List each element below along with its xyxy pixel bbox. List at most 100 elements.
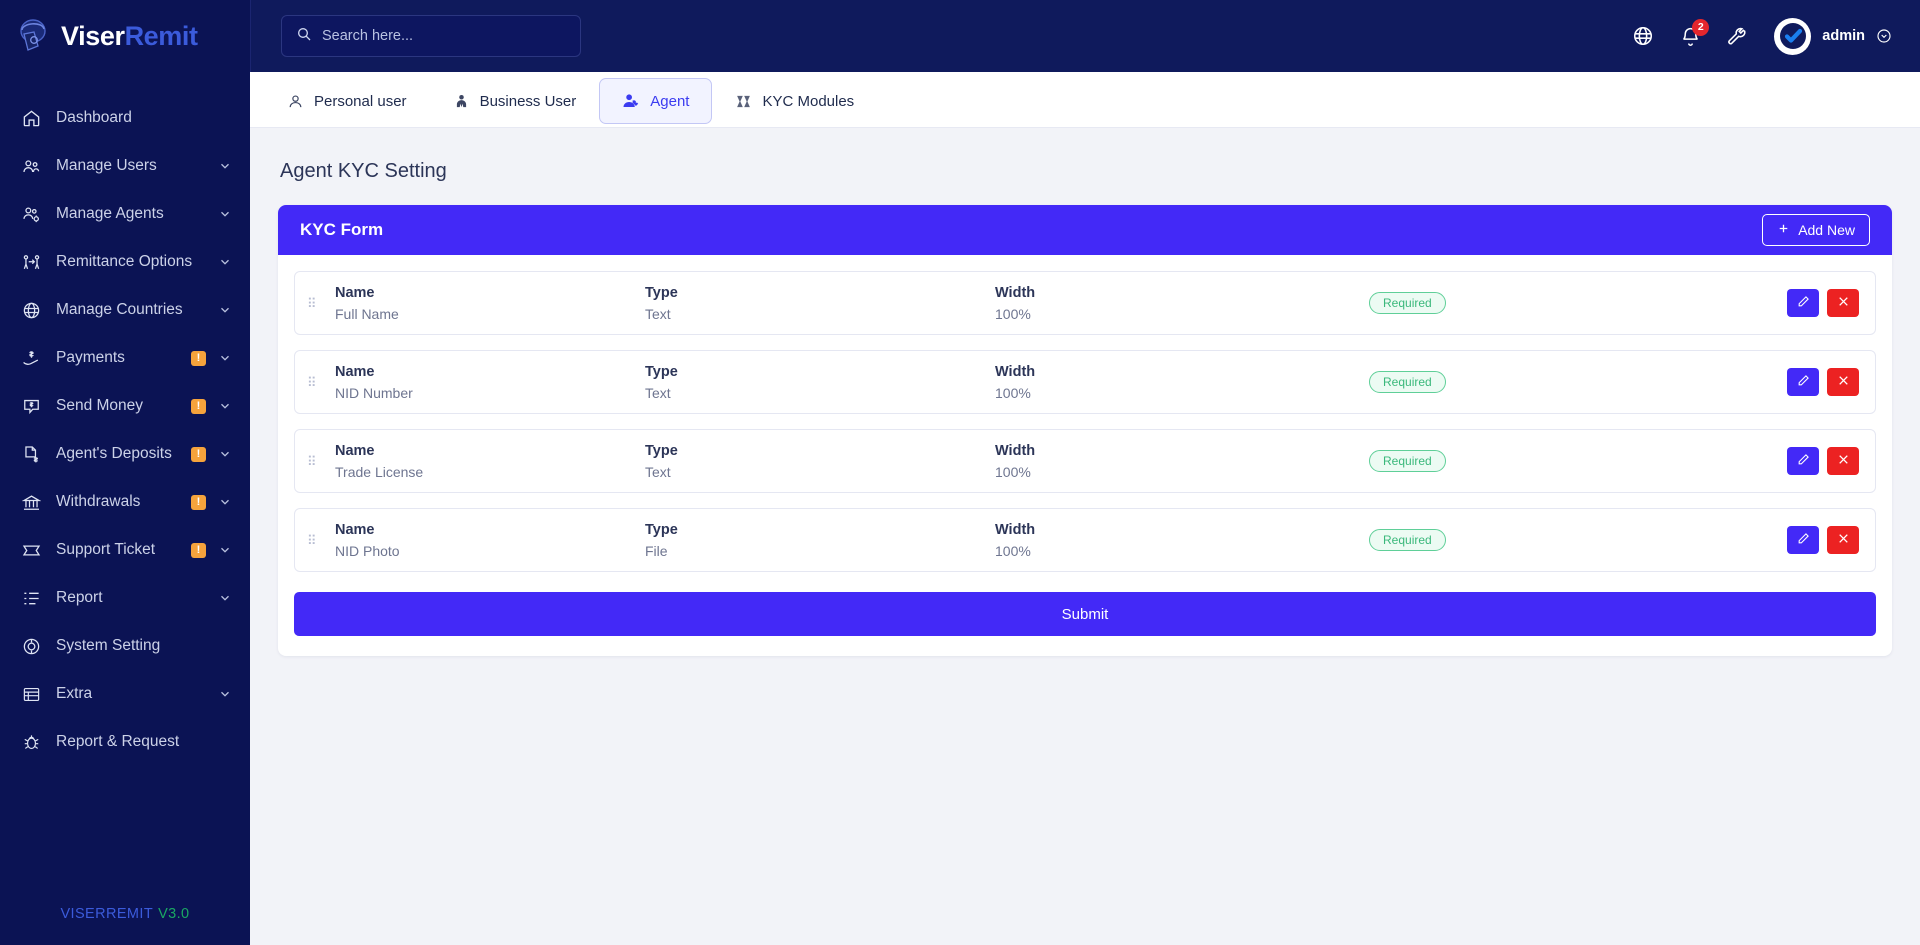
edit-button[interactable] [1787,447,1819,475]
sidebar-item-extra[interactable]: Extra [0,670,250,718]
app-root: ViserRemit Dashboard Manage Users Manage… [0,0,1920,945]
verified-check-icon [1779,23,1806,49]
pencil-icon [1797,532,1810,548]
wrench-icon[interactable] [1727,26,1748,47]
sidebar-badge: ! [191,350,206,366]
drag-handle-icon[interactable]: ⠿ [307,376,323,389]
sidebar-item-agents-deposits[interactable]: Agent's Deposits ! [0,430,250,478]
row-type-value: Text [645,463,671,480]
user-menu[interactable]: admin [1774,17,1892,55]
search-box[interactable] [281,15,581,57]
add-new-label: Add New [1798,222,1855,238]
row-name-value: NID Number [335,384,413,401]
payments-icon [22,349,48,368]
delete-button[interactable] [1827,368,1859,396]
chevron-down-icon [218,543,232,557]
column-header-name: Name [335,363,375,380]
column-header-width: Width [995,363,1036,380]
add-new-button[interactable]: Add New [1762,214,1870,246]
avatar [1774,17,1812,55]
kyc-form-card: KYC Form Add New ⠿ Name Full Name Type T… [278,205,1892,656]
sidebar-item-manage-users[interactable]: Manage Users [0,142,250,190]
tab-personal-user[interactable]: Personal user [264,78,430,124]
ticket-icon [22,541,48,560]
sidebar-item-system-setting[interactable]: System Setting [0,622,250,670]
sidebar-item-report-and-request[interactable]: Report & Request [0,718,250,766]
sidebar-badge: ! [191,494,206,510]
delete-button[interactable] [1827,447,1859,475]
column-header-width: Width [995,284,1036,301]
edit-button[interactable] [1787,368,1819,396]
edit-button[interactable] [1787,526,1819,554]
row-name-value: Trade License [335,463,424,480]
footer-version: V3.0 [158,906,190,922]
row-width-value: 100% [995,305,1031,322]
tab-agent[interactable]: Agent [599,78,713,124]
submit-area: Submit [278,587,1892,656]
sidebar: ViserRemit Dashboard Manage Users Manage… [0,0,250,945]
status-badge: Required [1369,371,1446,393]
status-badge: Required [1369,292,1446,314]
sidebar-item-manage-agents[interactable]: Manage Agents [0,190,250,238]
users-icon [22,157,48,176]
notification-badge: 2 [1692,18,1710,36]
globe-icon[interactable] [1632,25,1654,47]
search-input[interactable] [322,28,566,44]
row-badge-wrap: Required [1355,450,1787,472]
chevron-down-icon [218,591,232,605]
sidebar-item-withdrawals[interactable]: Withdrawals ! [0,478,250,526]
sidebar-item-send-money[interactable]: Send Money ! [0,382,250,430]
row-actions [1787,526,1859,554]
row-width-field: Width 100% [995,522,1355,559]
row-width-value: 100% [995,463,1031,480]
status-badge: Required [1369,529,1446,551]
report-icon [22,589,48,608]
drag-handle-icon[interactable]: ⠿ [307,534,323,547]
row-actions [1787,368,1859,396]
column-header-type: Type [645,363,678,380]
table-row[interactable]: ⠿ Name Trade License Type Text Width 100… [294,429,1876,493]
column-header-name: Name [335,442,375,459]
page-title: Agent KYC Setting [280,160,447,182]
chevron-down-icon [218,399,232,413]
row-type-field: Type Text [645,285,995,322]
agent-icon [622,92,640,110]
row-actions [1787,289,1859,317]
home-icon [22,109,48,128]
sidebar-nav: Dashboard Manage Users Manage Agents Rem… [0,94,250,945]
drag-handle-icon[interactable]: ⠿ [307,455,323,468]
delete-button[interactable] [1827,526,1859,554]
table-row[interactable]: ⠿ Name NID Photo Type File Width 100% Re… [294,508,1876,572]
row-type-value: Text [645,305,671,322]
pencil-icon [1797,295,1810,311]
deposits-icon [22,445,48,464]
business-icon [453,93,470,110]
sidebar-item-manage-countries[interactable]: Manage Countries [0,286,250,334]
chevron-down-icon[interactable] [1876,28,1892,44]
submit-button[interactable]: Submit [294,592,1876,636]
delete-button[interactable] [1827,289,1859,317]
table-row[interactable]: ⠿ Name Full Name Type Text Width 100% Re… [294,271,1876,335]
edit-button[interactable] [1787,289,1819,317]
sidebar-item-remittance-options[interactable]: Remittance Options [0,238,250,286]
close-icon [1837,374,1850,390]
row-badge-wrap: Required [1355,529,1787,551]
tab-business-user[interactable]: Business User [430,78,600,124]
drag-handle-icon[interactable]: ⠿ [307,297,323,310]
table-row[interactable]: ⠿ Name NID Number Type Text Width 100% R… [294,350,1876,414]
chevron-down-icon [218,447,232,461]
user-name-label: admin [1822,28,1865,44]
sidebar-item-label: Report [56,589,103,606]
agents-icon [22,205,48,224]
column-header-name: Name [335,284,375,301]
chevron-down-icon [218,207,232,221]
close-icon [1837,295,1850,311]
sidebar-item-support-ticket[interactable]: Support Ticket ! [0,526,250,574]
brand-logo-area[interactable]: ViserRemit [0,0,250,72]
column-header-type: Type [645,442,678,459]
bell-icon[interactable]: 2 [1680,18,1710,47]
tab-kyc-modules[interactable]: KYC Modules [712,78,877,124]
sidebar-item-payments[interactable]: Payments ! [0,334,250,382]
sidebar-item-dashboard[interactable]: Dashboard [0,94,250,142]
sidebar-item-report[interactable]: Report [0,574,250,622]
